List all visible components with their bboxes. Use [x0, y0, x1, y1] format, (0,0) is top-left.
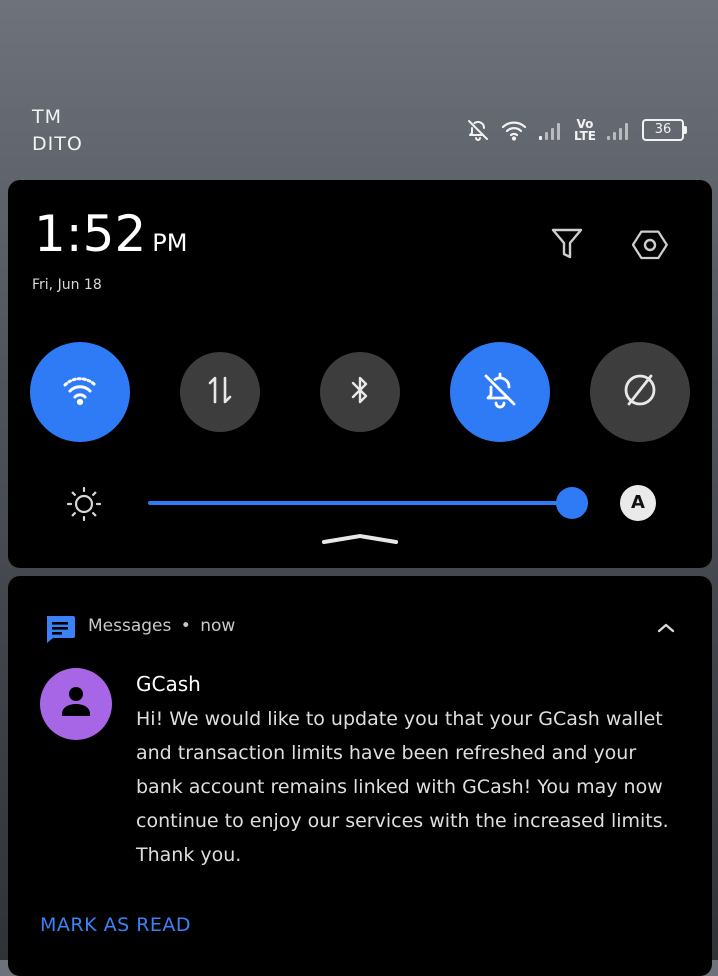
notification-card[interactable]: Messages • now GCash Hi! We would like t… — [8, 576, 712, 976]
notification-time: now — [200, 616, 236, 636]
volte-icon: Vo LTE — [574, 118, 596, 142]
message-body: Hi! We would like to update you that you… — [136, 708, 669, 866]
brightness-slider-thumb[interactable] — [556, 487, 588, 519]
bluetooth-toggle[interactable] — [320, 352, 400, 432]
mobile-data-toggle[interactable] — [180, 352, 260, 432]
messages-app-icon — [44, 614, 76, 648]
sender-name: GCash — [136, 672, 201, 696]
wifi-icon — [500, 119, 528, 141]
brightness-icon — [66, 486, 102, 526]
bell-off-icon — [466, 118, 490, 142]
signal-icon — [606, 119, 632, 141]
carrier-name-2: DITO — [32, 133, 83, 155]
settings-icon[interactable] — [631, 226, 668, 268]
carrier-info: TM DITO — [32, 104, 83, 158]
quick-settings-panel: 1:52 PM Fri, Jun 18 A — [8, 180, 712, 568]
avatar — [40, 668, 112, 740]
bell-off-icon — [480, 370, 520, 414]
mark-as-read-button[interactable]: MARK AS READ — [40, 914, 191, 936]
bluetooth-icon — [348, 373, 372, 411]
battery-level: 36 — [654, 122, 672, 137]
brightness-slider[interactable] — [148, 501, 572, 505]
volte-label-lte: LTE — [573, 129, 596, 143]
data-arrows-icon — [205, 373, 235, 411]
wifi-icon — [60, 373, 100, 411]
dnd-toggle[interactable] — [590, 342, 690, 442]
clock-ampm: PM — [152, 229, 188, 257]
auto-brightness-button[interactable]: A — [620, 485, 656, 521]
chevron-up-icon[interactable] — [656, 620, 676, 639]
wifi-toggle[interactable] — [30, 342, 130, 442]
notification-header: Messages • now — [88, 616, 235, 636]
silent-toggle[interactable] — [450, 342, 550, 442]
collapse-handle-icon[interactable] — [320, 532, 400, 556]
carrier-name-1: TM — [32, 106, 62, 128]
do-not-disturb-icon — [620, 370, 660, 414]
signal-icon — [538, 119, 564, 141]
app-name: Messages — [88, 616, 172, 636]
clock[interactable]: 1:52 PM — [34, 204, 187, 273]
clock-time: 1:52 — [34, 205, 147, 263]
status-icons: Vo LTE 36 — [466, 114, 687, 146]
person-icon — [56, 682, 96, 726]
filter-icon[interactable] — [550, 226, 584, 266]
date-label[interactable]: Fri, Jun 18 — [32, 277, 102, 293]
header-separator: • — [180, 616, 191, 636]
battery-icon: 36 — [642, 119, 687, 141]
